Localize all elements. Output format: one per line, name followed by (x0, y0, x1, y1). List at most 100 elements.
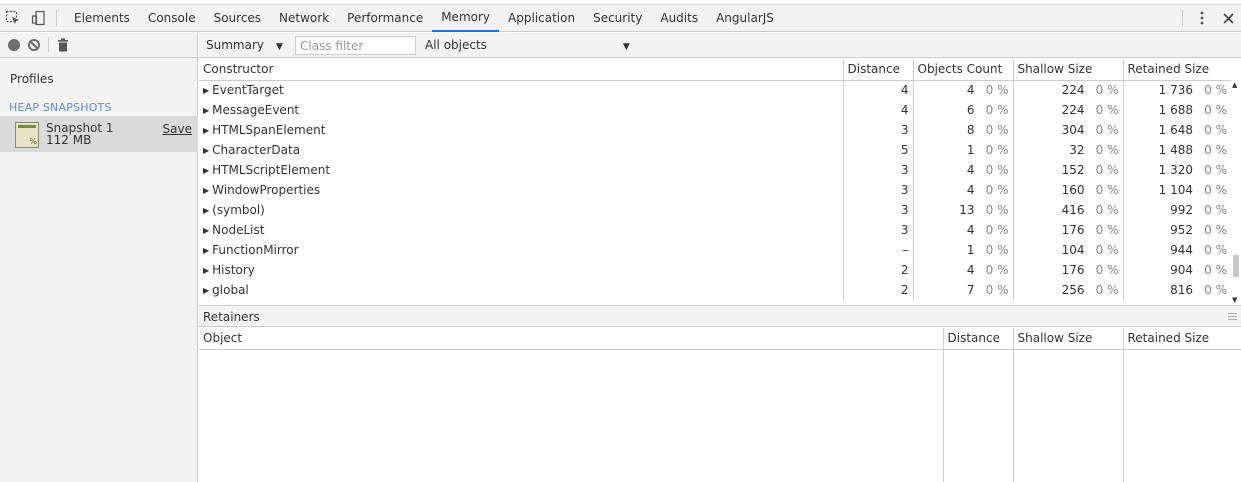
tab-angularjs[interactable]: AngularJS (707, 5, 783, 32)
shallow-size-value: 416 (1061, 203, 1085, 217)
objects-filter-select[interactable]: All objects ▼ (425, 38, 630, 52)
shallow-size-percent: 0 % (1095, 163, 1119, 177)
expand-triangle-icon[interactable]: ▶ (203, 186, 209, 195)
column-header-object[interactable]: Object (199, 328, 944, 350)
table-row[interactable]: ▶ WindowProperties 3 4 0 % 160 0 % 1 104 0 % (199, 180, 1231, 200)
column-header-retained-size[interactable]: Retained Size (1123, 328, 1241, 350)
collect-garbage-icon[interactable] (57, 38, 69, 52)
constructor-name: HTMLScriptElement (212, 163, 331, 177)
objects-count-value: 4 (966, 83, 975, 98)
heap-snapshot-view: Summary ▼ All objects ▼ Constructor Distan… (199, 33, 1241, 482)
tab-application[interactable]: Application (499, 5, 584, 32)
column-header-shallow-size[interactable]: Shallow Size (1013, 328, 1124, 350)
expand-triangle-icon[interactable]: ▶ (203, 146, 209, 155)
column-header-distance[interactable]: Distance (843, 59, 914, 81)
grid-scrollbar[interactable]: ▲ ▼ (1231, 79, 1241, 305)
tab-console[interactable]: Console (139, 5, 205, 32)
column-header-objects-count[interactable]: Objects Count (913, 59, 1014, 81)
perspective-select[interactable]: Summary ▼ (206, 38, 283, 52)
table-row[interactable]: ▶ HTMLSpanElement 3 8 0 % 304 0 % 1 648 0 % (199, 120, 1231, 140)
retained-size-percent: 0 % (1204, 183, 1227, 197)
heap-snapshots-section-label: HEAP SNAPSHOTS (9, 101, 112, 114)
table-row[interactable]: ▶ CharacterData 5 1 0 % 32 0 % 1 488 0 % (199, 140, 1231, 160)
table-row[interactable]: ▶ NodeList 3 4 0 % 176 0 % 952 0 % (199, 220, 1231, 240)
objects-count-percent: 0 % (985, 183, 1009, 197)
scroll-down-arrow-icon[interactable]: ▼ (1232, 296, 1237, 304)
snapshot-item[interactable]: % Snapshot 1 112 MB Save (0, 116, 198, 152)
objects-count-value: 4 (966, 163, 975, 177)
retained-size-percent: 0 % (1204, 163, 1227, 177)
objects-count-percent: 0 % (985, 263, 1009, 277)
distance-value: 2 (900, 263, 909, 277)
clear-all-icon[interactable] (28, 39, 40, 51)
distance-value: 3 (900, 223, 909, 237)
table-row[interactable]: ▶ (symbol) 3 13 0 % 416 0 % 992 0 % (199, 200, 1231, 220)
shallow-size-value: 104 (1061, 243, 1085, 257)
constructor-grid: Constructor Distance Objects Count Shall… (199, 59, 1241, 306)
column-header-retained-size[interactable]: Retained Size (1123, 59, 1231, 81)
tab-audits[interactable]: Audits (651, 5, 707, 32)
record-icon[interactable] (8, 39, 20, 51)
expand-triangle-icon[interactable]: ▶ (203, 246, 209, 255)
table-row[interactable]: ▶ EventTarget 4 4 0 % 224 0 % 1 736 0 % (199, 80, 1231, 100)
table-row[interactable]: ▶ global 2 7 0 % 256 0 % 816 0 % (199, 280, 1231, 300)
tab-memory[interactable]: Memory (432, 5, 500, 32)
resize-grip-icon[interactable] (1228, 313, 1237, 320)
device-toolbar-icon[interactable] (26, 5, 52, 32)
expand-triangle-icon[interactable]: ▶ (203, 206, 209, 215)
expand-triangle-icon[interactable]: ▶ (203, 226, 209, 235)
objects-count-value: 1 (966, 143, 975, 157)
tab-security[interactable]: Security (584, 5, 651, 32)
toolbar-divider (1182, 10, 1183, 26)
column-header-shallow-size[interactable]: Shallow Size (1013, 59, 1124, 81)
scrollbar-thumb[interactable] (1233, 255, 1239, 277)
column-header-constructor[interactable]: Constructor (199, 59, 844, 81)
expand-triangle-icon[interactable]: ▶ (203, 86, 209, 95)
retained-size-percent: 0 % (1204, 223, 1227, 237)
distance-value: 2 (900, 283, 909, 297)
table-row[interactable]: ▶ History 2 4 0 % 176 0 % 904 0 % (199, 260, 1231, 280)
shallow-size-percent: 0 % (1095, 203, 1119, 217)
objects-count-value: 7 (966, 283, 975, 297)
retained-size-value: 816 (1170, 283, 1193, 297)
expand-triangle-icon[interactable]: ▶ (203, 166, 209, 175)
distance-value: 4 (900, 83, 909, 98)
tab-network[interactable]: Network (270, 5, 338, 32)
distance-value: 3 (900, 163, 909, 177)
more-options-icon[interactable] (1189, 5, 1215, 32)
table-row[interactable]: ▶ FunctionMirror – 1 0 % 104 0 % 944 0 % (199, 240, 1231, 260)
retained-size-value: 1 688 (1158, 103, 1193, 117)
objects-count-value: 8 (966, 123, 975, 137)
expand-triangle-icon[interactable]: ▶ (203, 266, 209, 275)
shallow-size-value: 176 (1061, 223, 1085, 237)
retained-size-value: 1 104 (1158, 183, 1193, 197)
shallow-size-percent: 0 % (1095, 263, 1119, 277)
save-snapshot-link[interactable]: Save (163, 122, 192, 136)
table-row[interactable]: ▶ HTMLScriptElement 3 4 0 % 152 0 % 1 320 0 % (199, 160, 1231, 180)
expand-triangle-icon[interactable]: ▶ (203, 126, 209, 135)
chevron-down-icon: ▼ (276, 42, 283, 52)
retained-size-value: 1 488 (1158, 143, 1193, 157)
constructor-name: MessageEvent (212, 103, 300, 117)
objects-count-value: 4 (966, 263, 975, 277)
tab-performance[interactable]: Performance (338, 5, 432, 32)
class-filter-input[interactable] (295, 36, 416, 55)
objects-filter-value: All objects (425, 38, 487, 52)
tab-elements[interactable]: Elements (65, 5, 139, 32)
retained-size-value: 1 648 (1158, 123, 1193, 137)
shallow-size-percent: 0 % (1095, 103, 1119, 117)
inspect-element-icon[interactable] (0, 5, 26, 32)
expand-triangle-icon[interactable]: ▶ (203, 106, 209, 115)
column-header-distance[interactable]: Distance (943, 328, 1014, 350)
empty-retainers-area (199, 349, 1241, 482)
expand-triangle-icon[interactable]: ▶ (203, 286, 209, 295)
objects-count-value: 4 (966, 223, 975, 237)
table-row[interactable]: ▶ MessageEvent 4 6 0 % 224 0 % 1 688 0 % (199, 100, 1231, 120)
objects-count-percent: 0 % (985, 103, 1009, 117)
close-devtools-icon[interactable] (1215, 5, 1241, 32)
constructor-name: HTMLSpanElement (212, 123, 326, 137)
tab-sources[interactable]: Sources (205, 5, 270, 32)
retained-size-percent: 0 % (1204, 143, 1227, 157)
constructor-name: global (212, 283, 249, 297)
scroll-up-arrow-icon[interactable]: ▲ (1232, 81, 1237, 89)
